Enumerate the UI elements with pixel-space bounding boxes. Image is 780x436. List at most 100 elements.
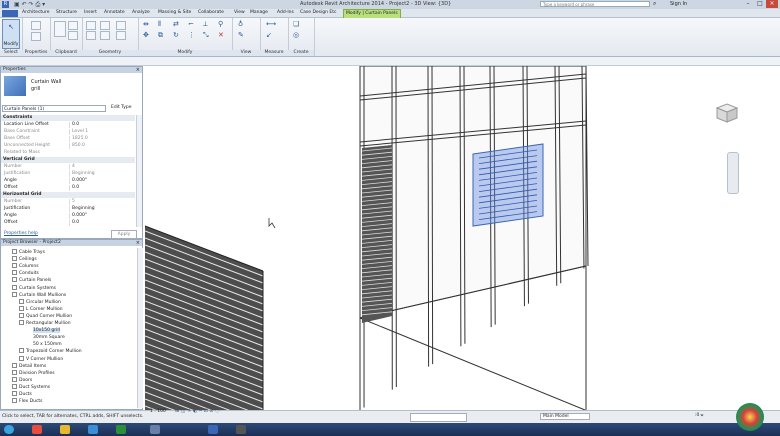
property-value[interactable]: Beginning [69, 206, 136, 212]
tab-insert[interactable]: Insert [84, 10, 97, 15]
tab-view[interactable]: View [234, 10, 245, 15]
expand-toggle-icon[interactable] [19, 348, 24, 354]
property-value[interactable]: 1825.0 [69, 136, 136, 142]
browser-tree-item[interactable]: L Corner Mullion [19, 305, 63, 312]
align-icon[interactable]: ⇹ [143, 21, 149, 28]
close-icon[interactable]: × [766, 0, 778, 8]
quick-access-toolbar-icon[interactable]: ▣ ↶ ↷ ⎙ ▾ [14, 1, 45, 9]
vertical-grid-group[interactable]: Vertical Grid [1, 157, 135, 163]
split-face-icon[interactable] [116, 21, 126, 30]
property-row[interactable]: Base Offset 1825.0 [1, 136, 135, 142]
expand-toggle-icon[interactable] [19, 355, 24, 361]
search-input[interactable]: Type a keyword or phrase [540, 1, 650, 7]
search-icon[interactable]: ⌕ [653, 0, 656, 8]
tab-annotate[interactable]: Annotate [104, 10, 125, 15]
sign-in-button[interactable]: Sign In [670, 1, 687, 7]
measure-icon[interactable]: ⟷ [266, 21, 276, 28]
property-row[interactable]: Location Line Offset 0.0 [1, 122, 135, 128]
browser-tree-item[interactable]: Conduits [12, 270, 39, 276]
horizontal-grid-group[interactable]: Horizontal Grid [1, 192, 135, 198]
workset-selector[interactable] [410, 413, 467, 422]
modify-button[interactable]: ↖ Modify [2, 19, 20, 49]
browser-tree-item[interactable]: Doors [12, 376, 32, 383]
property-value[interactable]: 0.0 [69, 122, 136, 128]
mirror-icon[interactable]: ⇄ [173, 21, 179, 28]
select-dropdown[interactable]: Select [0, 50, 22, 56]
edit-type-button[interactable]: Edit Type [111, 105, 131, 110]
tab-architecture[interactable]: Architecture [22, 10, 50, 15]
property-value[interactable]: Level 1 [69, 129, 136, 135]
properties-help-link[interactable]: Properties help [4, 231, 38, 236]
expand-toggle-icon[interactable] [12, 284, 17, 290]
app-logo-icon[interactable]: R [2, 1, 9, 8]
tab-structure[interactable]: Structure [56, 10, 77, 15]
chrome-icon[interactable] [32, 425, 42, 434]
property-value[interactable]: 0.0 [69, 220, 136, 226]
browser-tree-item[interactable]: Columns [12, 263, 39, 269]
expand-toggle-icon[interactable] [19, 305, 24, 311]
start-button-icon[interactable] [4, 425, 14, 434]
browser-tree-item[interactable]: 10x150 grill [26, 327, 60, 334]
offset-icon[interactable]: ⫴ [158, 21, 161, 28]
tab-massing-site[interactable]: Massing & Site [158, 10, 191, 15]
property-row[interactable]: Angle 0.000° [1, 178, 135, 184]
expand-toggle-icon[interactable] [12, 362, 17, 368]
folder-icon[interactable] [60, 425, 70, 434]
property-value[interactable]: 0.000° [69, 178, 136, 184]
paste-icon[interactable] [54, 21, 66, 37]
torrent-icon[interactable] [116, 425, 126, 434]
browser-tree-item[interactable]: Curtain Wall Mullions [12, 291, 66, 298]
browser-tree-item[interactable]: Trapezoid Corner Mullion [19, 348, 82, 354]
filter-icon[interactable]: ⏷ [700, 413, 704, 419]
expand-toggle-icon[interactable] [12, 383, 17, 389]
paint-icon[interactable] [116, 31, 126, 40]
property-row[interactable]: Related to Mass [1, 150, 135, 156]
create-similar-icon[interactable]: ◎ [293, 32, 299, 39]
tab-case-design[interactable]: Case Design Etc [300, 10, 337, 15]
property-value[interactable]: 850.0 [69, 143, 136, 149]
properties-scrollbar[interactable] [136, 115, 142, 227]
property-value[interactable]: 0.0 [69, 185, 136, 191]
dimension-icon[interactable]: ↙ [266, 32, 272, 39]
browser-tree-item[interactable]: Quad Corner Mullion [19, 312, 72, 319]
browser-tree-item[interactable]: Duct Systems [12, 383, 50, 390]
property-row[interactable]: Unconnected Height 850.0 [1, 143, 135, 149]
pin-icon[interactable]: ⚲ [218, 21, 223, 28]
browser-tree-item[interactable]: Ceilings [12, 256, 37, 262]
browser-tree-item[interactable]: Curtain Systems [12, 284, 56, 291]
property-row[interactable]: Number 5 [1, 199, 135, 205]
viewcube-icon[interactable] [713, 102, 741, 124]
revit-icon[interactable] [208, 425, 218, 434]
application-menu-button[interactable] [2, 10, 18, 17]
browser-tree-item[interactable]: Detail Items [12, 362, 46, 369]
browser-scrollbar[interactable] [137, 248, 143, 408]
browser-tree-item[interactable]: 30mm Square [26, 334, 65, 340]
expand-toggle-icon[interactable] [12, 256, 17, 262]
expand-toggle-icon[interactable] [19, 298, 24, 304]
property-row[interactable]: Justification Beginning [1, 206, 135, 212]
expand-toggle-icon[interactable] [19, 312, 24, 318]
cope-icon[interactable] [86, 21, 96, 30]
property-row[interactable]: Offset 0.0 [1, 220, 135, 226]
cut-geometry-icon[interactable] [86, 31, 96, 40]
property-row[interactable]: Angle 0.000° [1, 213, 135, 219]
rotate-icon[interactable]: ↻ [173, 32, 179, 39]
move-icon[interactable]: ✥ [143, 32, 149, 39]
maximize-icon[interactable]: □ [754, 0, 766, 8]
navigation-bar[interactable] [727, 152, 739, 194]
tab-manage[interactable]: Manage [250, 10, 268, 15]
split-icon[interactable]: ⟂ [203, 21, 208, 28]
cut-icon[interactable] [68, 21, 78, 30]
copy-icon[interactable] [68, 31, 78, 40]
browser-tree-item[interactable]: Cable Trays [12, 249, 45, 255]
view-scale[interactable]: 1 : 100 [150, 409, 166, 414]
property-value[interactable]: Beginning [69, 171, 136, 177]
tab-analyze[interactable]: Analyze [132, 10, 150, 15]
trim-icon[interactable]: ⌐ [188, 21, 194, 28]
browser-tree-item[interactable]: Ducts [12, 391, 32, 397]
instance-selector[interactable]: Curtain Panels (1) [2, 105, 106, 112]
property-row[interactable]: Number 4 [1, 164, 135, 170]
minimize-icon[interactable]: – [742, 0, 754, 8]
browser-tree-item[interactable]: Flex Ducts [12, 398, 43, 404]
expand-toggle-icon[interactable] [12, 291, 17, 297]
